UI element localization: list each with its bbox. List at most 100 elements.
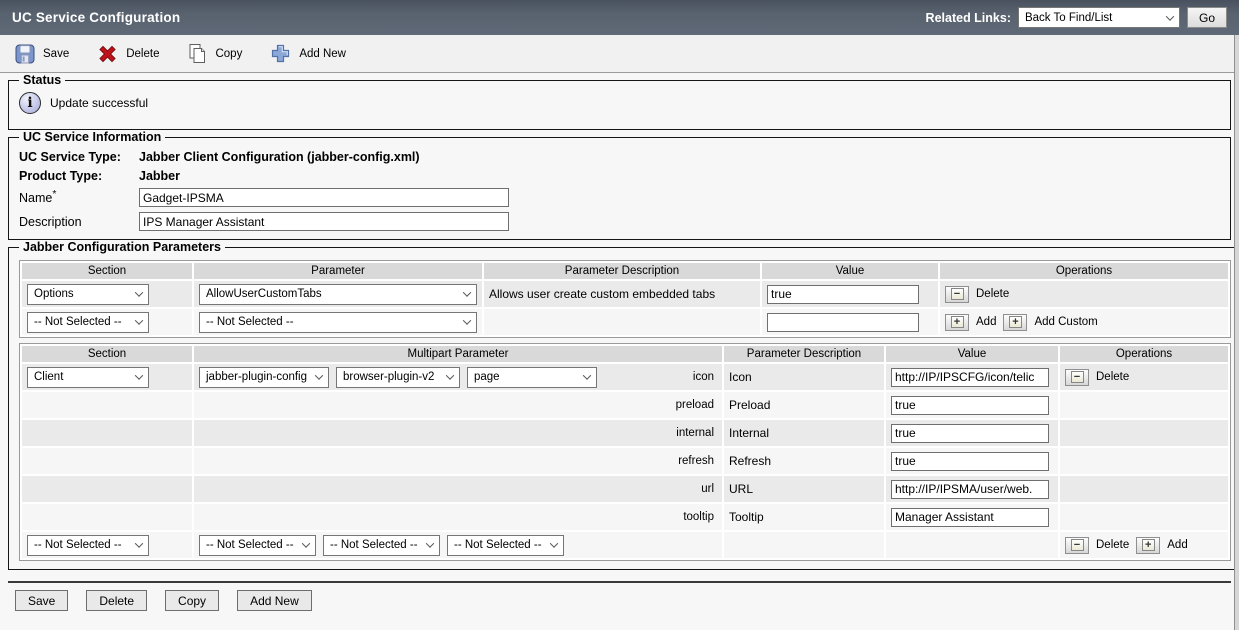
multipart-row-internal: internal Internal <box>22 420 1228 446</box>
go-button[interactable]: Go <box>1187 7 1227 28</box>
multipart-key-label: tooltip <box>194 504 722 530</box>
parameters-table: Section Parameter Parameter Description … <box>19 260 1231 338</box>
product-type-label: Product Type: <box>19 169 139 183</box>
service-info-legend: UC Service Information <box>19 130 165 144</box>
title-bar: UC Service Configuration Related Links: … <box>0 0 1239 35</box>
status-section: Status i Update successful <box>8 73 1231 130</box>
name-input[interactable] <box>139 188 509 207</box>
jabber-params-section: Jabber Configuration Parameters Section … <box>8 240 1239 570</box>
multipart-parameters-table: Section Multipart Parameter Parameter De… <box>19 343 1231 561</box>
chevron-down-icon <box>1166 12 1174 20</box>
footer-divider <box>8 581 1231 583</box>
multipart-select-1[interactable]: -- Not Selected -- <box>199 535 316 556</box>
status-legend: Status <box>19 73 65 87</box>
add-new-label: Add New <box>299 48 346 60</box>
col-header-parameter-description: Parameter Description <box>484 263 760 279</box>
chevron-down-icon <box>463 288 471 296</box>
save-button[interactable]: Save <box>15 44 69 64</box>
product-type-value: Jabber <box>139 169 1220 183</box>
copy-button[interactable]: Copy <box>187 43 242 64</box>
parameter-description: Tooltip <box>724 504 884 530</box>
col-header-multipart-parameter: Multipart Parameter <box>194 346 722 362</box>
chevron-down-icon <box>135 316 143 324</box>
status-row: i Update successful <box>19 88 1220 121</box>
uc-service-type-value: Jabber Client Configuration (jabber-conf… <box>139 150 1220 164</box>
service-info-section: UC Service Information UC Service Type: … <box>8 130 1231 240</box>
window-scrollbar-edge[interactable] <box>1234 35 1239 630</box>
plus-icon: + <box>1009 316 1022 328</box>
multipart-row-url: url URL <box>22 476 1228 502</box>
delete-button[interactable]: Delete <box>97 44 159 64</box>
related-links-select[interactable]: Back To Find/List <box>1018 7 1180 28</box>
info-icon: i <box>19 92 41 114</box>
add-custom-row-label: Add Custom <box>1034 316 1097 328</box>
value-input[interactable] <box>767 285 919 304</box>
multipart-select-2[interactable]: -- Not Selected -- <box>323 535 440 556</box>
required-mark: * <box>52 189 56 200</box>
description-label: Description <box>19 215 139 229</box>
description-input[interactable] <box>139 212 509 231</box>
chevron-down-icon <box>135 288 143 296</box>
footer-save-button[interactable]: Save <box>15 590 68 611</box>
chevron-down-icon <box>550 539 558 547</box>
multipart-select-1[interactable]: jabber-plugin-config <box>199 367 329 388</box>
add-row-button[interactable]: + <box>945 314 969 331</box>
plus-icon: + <box>1142 539 1155 551</box>
multipart-key-label: url <box>194 476 722 502</box>
delete-row-button[interactable]: − <box>1065 369 1089 386</box>
save-label: Save <box>43 48 69 60</box>
status-message: Update successful <box>50 96 148 110</box>
related-links-group: Related Links: Back To Find/List Go <box>926 7 1227 28</box>
minus-icon: − <box>1071 539 1084 551</box>
value-input[interactable] <box>891 396 1049 415</box>
col-header-operations: Operations <box>940 263 1228 279</box>
chevron-down-icon <box>446 371 454 379</box>
section-select[interactable]: -- Not Selected -- <box>27 312 149 333</box>
section-select[interactable]: Options <box>27 284 149 305</box>
chevron-down-icon <box>463 316 471 324</box>
footer-add-new-button[interactable]: Add New <box>237 590 312 611</box>
value-input[interactable] <box>767 313 919 332</box>
copy-label: Copy <box>215 48 242 60</box>
new-parameter-row: -- Not Selected -- -- Not Selected -- + … <box>22 309 1228 335</box>
add-new-button[interactable]: Add New <box>270 43 346 64</box>
col-header-value: Value <box>762 263 938 279</box>
multipart-select-3[interactable]: page <box>467 367 597 388</box>
section-select[interactable]: -- Not Selected -- <box>27 535 149 556</box>
col-header-parameter-description: Parameter Description <box>724 346 884 362</box>
col-header-operations: Operations <box>1060 346 1228 362</box>
add-custom-row-button[interactable]: + <box>1003 314 1027 331</box>
chevron-down-icon <box>302 539 310 547</box>
value-input[interactable] <box>891 480 1049 499</box>
section-select[interactable]: Client <box>27 367 149 388</box>
value-input[interactable] <box>891 452 1049 471</box>
delete-row-button[interactable]: − <box>945 286 969 303</box>
add-row-label: Add <box>976 316 996 328</box>
parameter-description: Preload <box>724 392 884 418</box>
parameter-select[interactable]: -- Not Selected -- <box>199 312 477 333</box>
delete-row-label: Delete <box>1096 539 1129 551</box>
add-row-button[interactable]: + <box>1136 537 1160 554</box>
related-links-selected-value: Back To Find/List <box>1025 12 1112 24</box>
plus-icon <box>270 43 291 64</box>
plus-icon: + <box>951 316 964 328</box>
multipart-select-2[interactable]: browser-plugin-v2 <box>336 367 460 388</box>
delete-row-label: Delete <box>976 288 1009 300</box>
chevron-down-icon <box>135 371 143 379</box>
delete-x-icon <box>97 44 118 64</box>
multipart-key-label: icon <box>693 371 717 383</box>
parameter-select[interactable]: AllowUserCustomTabs <box>199 284 477 305</box>
minus-icon: − <box>1071 371 1084 383</box>
footer-buttons: Save Delete Copy Add New <box>15 590 1239 611</box>
copy-pages-icon <box>187 43 207 64</box>
parameter-description: Icon <box>724 364 884 390</box>
parameter-description: URL <box>724 476 884 502</box>
footer-delete-button[interactable]: Delete <box>86 590 147 611</box>
footer-copy-button[interactable]: Copy <box>165 590 219 611</box>
value-input[interactable] <box>891 368 1049 387</box>
multipart-select-3[interactable]: -- Not Selected -- <box>447 535 564 556</box>
value-input[interactable] <box>891 508 1049 527</box>
delete-row-button[interactable]: − <box>1065 537 1089 554</box>
delete-label: Delete <box>126 48 159 60</box>
value-input[interactable] <box>891 424 1049 443</box>
